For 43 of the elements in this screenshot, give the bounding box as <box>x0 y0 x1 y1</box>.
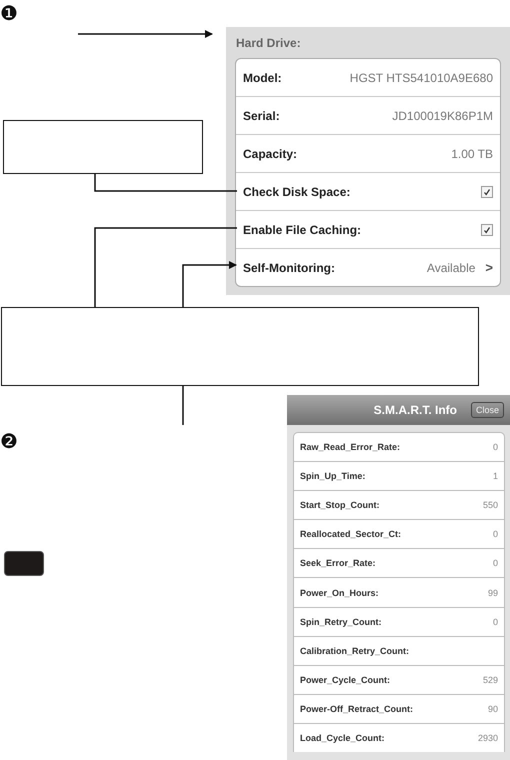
checkbox[interactable] <box>481 186 493 198</box>
leader-line <box>182 386 184 425</box>
attribute-label: Reallocated_Sector_Ct: <box>300 529 402 540</box>
field-label: Enable File Caching: <box>243 222 362 236</box>
step-number: ❷ <box>0 430 18 452</box>
attribute-label: Spin_Retry_Count: <box>300 616 382 627</box>
attribute-value: 550 <box>482 500 498 510</box>
step-number: ❶ <box>0 2 18 24</box>
attribute-value: 99 <box>488 588 498 598</box>
attribute-value: 90 <box>488 704 498 714</box>
attribute-value: 529 <box>482 674 498 685</box>
field-value: HGST HTS541010A9E680 <box>350 70 493 84</box>
attribute-label: Spin_Up_Time: <box>300 471 366 482</box>
attribute-label: Power_Cycle_Count: <box>300 674 390 685</box>
field-value: 1.00 TB <box>451 146 493 160</box>
field-value: Available <box>426 260 476 274</box>
close-button[interactable]: Close <box>470 402 504 418</box>
attribute-label: Load_Cycle_Count: <box>300 732 385 743</box>
panel-title: Hard Drive: <box>235 35 302 52</box>
attribute-label: Start_Stop_Count: <box>300 500 380 510</box>
check-icon <box>482 224 492 234</box>
leader-arrow <box>182 261 237 307</box>
field-label: Check Disk Space: <box>243 184 350 198</box>
attribute-value: 0 <box>492 558 498 568</box>
attribute-label: Seek_Error_Rate: <box>300 558 376 568</box>
field-label: Capacity: <box>243 146 298 160</box>
checkbox[interactable] <box>481 224 493 236</box>
attribute-label: Calibration_Retry_Count: <box>300 646 410 656</box>
field-value: JD100019K86P1M <box>392 108 493 122</box>
attribute-label: Raw_Read_Error_Rate: <box>300 442 400 452</box>
attribute-value: 0 <box>492 529 498 540</box>
attribute-value: 2930 <box>478 732 498 743</box>
attribute-value: 1 <box>492 471 498 482</box>
field-label: Model: <box>243 70 282 84</box>
attribute-value: 0 <box>492 616 498 627</box>
attribute-value: 0 <box>492 442 498 452</box>
field-label: Serial: <box>243 108 280 122</box>
field-label: Self-Monitoring: <box>243 260 335 274</box>
chevron: > <box>485 260 493 275</box>
dialog-title: S.M.A.R.T. Info <box>374 403 457 417</box>
attribute-label: Power_On_Hours: <box>300 588 379 598</box>
attribute-label: Power-Off_Retract_Count: <box>300 704 414 714</box>
check-icon <box>482 186 492 196</box>
